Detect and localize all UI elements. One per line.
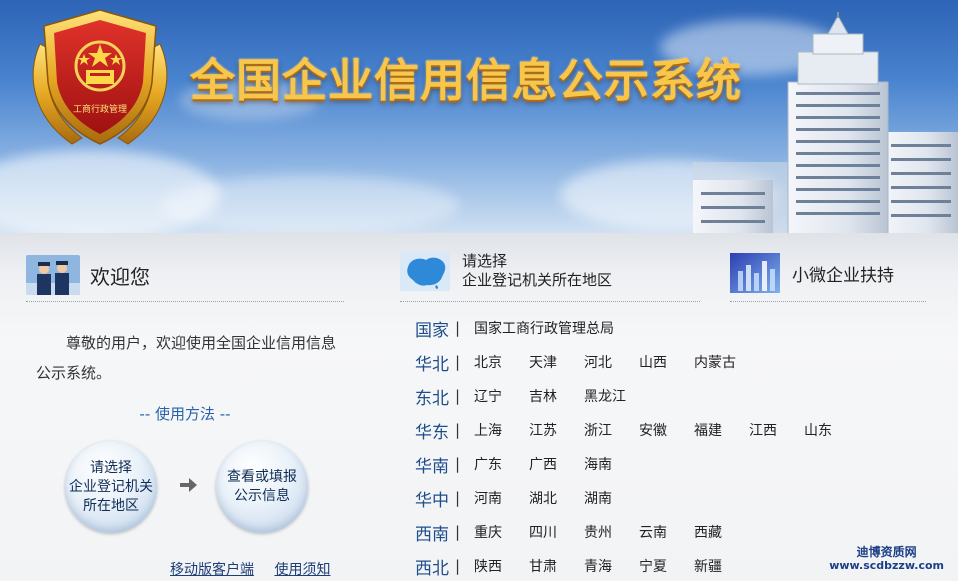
- province-link[interactable]: 陕西: [474, 556, 529, 576]
- region-name: 华中: [415, 490, 449, 511]
- view-or-fill-info-button[interactable]: 查看或填报 公示信息: [216, 441, 308, 533]
- region-separator: |: [455, 489, 461, 507]
- province-link[interactable]: 天津: [529, 352, 584, 372]
- province-link[interactable]: 黑龙江: [584, 386, 639, 406]
- province-link[interactable]: 河南: [474, 488, 529, 508]
- province-link[interactable]: 西藏: [694, 522, 749, 542]
- select-region-step-button[interactable]: 请选择 企业登记机关 所在地区: [65, 441, 157, 533]
- province-link[interactable]: 广东: [474, 454, 529, 474]
- province-link[interactable]: 湖北: [529, 488, 584, 508]
- divider: [730, 301, 926, 302]
- emblem-text: 工商行政管理: [73, 103, 127, 115]
- micro-enterprise-image: [730, 253, 780, 293]
- province-link[interactable]: 宁夏: [639, 556, 694, 576]
- region-name: 华东: [415, 422, 449, 443]
- region-separator: |: [455, 387, 461, 405]
- province-link[interactable]: 安徽: [639, 420, 694, 440]
- officers-image: [26, 255, 80, 295]
- region-select-header: 请选择 企业登记机关所在地区: [400, 251, 612, 291]
- aic-badge-emblem: 工商行政管理: [32, 9, 168, 145]
- welcome-message: 尊敬的用户，欢迎使用全国企业信用信息公示系统。: [36, 328, 336, 388]
- step2-line2: 公示信息: [234, 488, 290, 504]
- province-link[interactable]: 江西: [749, 420, 804, 440]
- system-title: 全国企业信用信息公示系统: [190, 54, 743, 107]
- region-separator: |: [455, 523, 461, 541]
- usage-heading: -- 使用方法 --: [139, 405, 231, 423]
- region-separator: |: [455, 353, 461, 371]
- divider: [400, 301, 700, 302]
- region-separator: |: [455, 421, 461, 439]
- province-link[interactable]: 河北: [584, 352, 639, 372]
- province-link[interactable]: 山西: [639, 352, 694, 372]
- region-list: 国家 | 国家工商行政管理总局华北 | 北京 天津 河北 山西 内蒙古东北 | 辽宁 吉林 黑龙江华东 |…: [415, 311, 859, 581]
- region-name: 华南: [415, 456, 449, 477]
- province-link[interactable]: 浙江: [584, 420, 639, 440]
- province-link[interactable]: 重庆: [474, 522, 529, 542]
- region-name: 国家: [415, 320, 449, 341]
- region-title-line1: 请选择: [462, 252, 508, 270]
- province-link[interactable]: 辽宁: [474, 386, 529, 406]
- province-link[interactable]: 新疆: [694, 556, 749, 576]
- region-separator: |: [455, 455, 461, 473]
- step2-line1: 查看或填报: [227, 469, 297, 485]
- cloud-decoration: [160, 175, 460, 233]
- mobile-client-link[interactable]: 移动版客户端: [170, 562, 254, 578]
- usage-notice-link[interactable]: 使用须知: [274, 562, 330, 578]
- header-banner: 工商行政管理 全国企业信用信息公示系统: [0, 0, 958, 233]
- province-link[interactable]: 广西: [529, 454, 584, 474]
- province-link[interactable]: 江苏: [529, 420, 584, 440]
- watermark: 迪博资质网 www.scdbzzw.com: [829, 545, 944, 573]
- province-link[interactable]: 国家工商行政管理总局: [474, 318, 614, 338]
- divider: [26, 301, 344, 302]
- micro-enterprise-title: 小微企业扶持: [792, 265, 894, 286]
- region-row: 东北 | 辽宁 吉林 黑龙江: [415, 379, 859, 413]
- bottom-links: 移动版客户端 使用须知: [170, 559, 346, 579]
- watermark-line2: www.scdbzzw.com: [829, 559, 944, 572]
- welcome-title: 欢迎您: [90, 264, 150, 289]
- region-separator: |: [455, 319, 461, 337]
- region-separator: |: [455, 557, 461, 575]
- province-link[interactable]: 云南: [639, 522, 694, 542]
- welcome-header: 欢迎您: [26, 255, 150, 295]
- region-title-line2: 企业登记机关所在地区: [462, 271, 613, 289]
- region-name: 华北: [415, 354, 449, 375]
- province-link[interactable]: 福建: [694, 420, 749, 440]
- arrow-right-icon: [180, 478, 197, 492]
- province-link[interactable]: 海南: [584, 454, 639, 474]
- region-row: 国家 | 国家工商行政管理总局: [415, 311, 859, 345]
- building-illustration: [693, 12, 958, 233]
- province-link[interactable]: 吉林: [529, 386, 584, 406]
- region-name: 西北: [415, 558, 449, 579]
- region-row: 华中 | 河南 湖北 湖南: [415, 481, 859, 515]
- step1-line3: 所在地区: [83, 497, 139, 514]
- china-map-icon: [400, 251, 450, 291]
- region-name: 西南: [415, 524, 449, 545]
- province-link[interactable]: 内蒙古: [694, 352, 749, 372]
- province-link[interactable]: 山东: [804, 420, 859, 440]
- province-link[interactable]: 湖南: [584, 488, 639, 508]
- region-row: 西北 | 陕西 甘肃 青海 宁夏 新疆: [415, 549, 859, 581]
- region-row: 西南 | 重庆 四川 贵州 云南 西藏: [415, 515, 859, 549]
- micro-enterprise-header[interactable]: 小微企业扶持: [730, 253, 894, 293]
- watermark-line1: 迪博资质网: [856, 545, 917, 559]
- province-link[interactable]: 甘肃: [529, 556, 584, 576]
- region-row: 华北 | 北京 天津 河北 山西 内蒙古: [415, 345, 859, 379]
- region-name: 东北: [415, 388, 449, 409]
- province-link[interactable]: 青海: [584, 556, 639, 576]
- region-row: 华东 | 上海 江苏 浙江 安徽 福建 江西 山东: [415, 413, 859, 447]
- step1-line1: 请选择: [90, 459, 132, 476]
- province-link[interactable]: 上海: [474, 420, 529, 440]
- province-link[interactable]: 北京: [474, 352, 529, 372]
- main-content: 欢迎您 尊敬的用户，欢迎使用全国企业信用信息公示系统。 -- 使用方法 -- 请…: [0, 233, 958, 581]
- welcome-message-text: 尊敬的用户，欢迎使用全国企业信用信息公示系统。: [36, 334, 337, 382]
- province-link[interactable]: 四川: [529, 522, 584, 542]
- province-link[interactable]: 贵州: [584, 522, 639, 542]
- region-row: 华南 | 广东 广西 海南: [415, 447, 859, 481]
- step1-line2: 企业登记机关: [69, 478, 153, 495]
